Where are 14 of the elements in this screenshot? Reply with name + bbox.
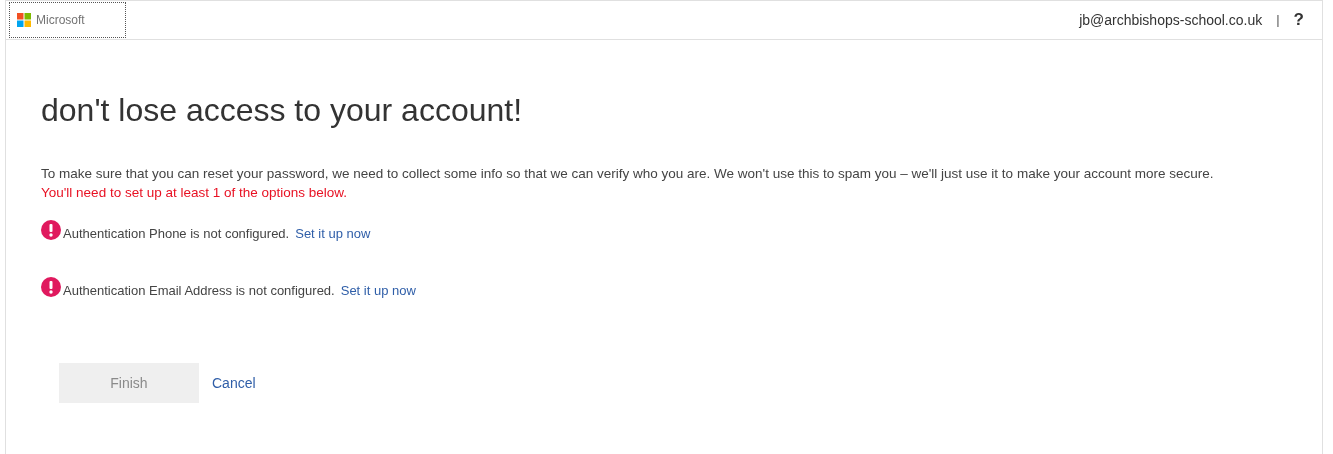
intro-text: To make sure that you can reset your password, we need to collect some info so that we can verify who you are. We won't use this to spam you – we'll just use it to make your account more secure.: [41, 166, 1214, 181]
setup-link[interactable]: Set it up now: [340, 280, 416, 300]
microsoft-logo[interactable]: Microsoft: [9, 2, 126, 38]
setup-link[interactable]: Set it up now: [295, 223, 371, 243]
user-email: jb@archbishops-school.co.uk: [1079, 10, 1263, 30]
cancel-link[interactable]: Cancel: [212, 372, 256, 394]
status-text: Authentication Email Address is not configured.: [63, 281, 335, 300]
warning-text: You'll need to set up at least 1 of the options below.: [41, 185, 348, 200]
status-text: Authentication Phone is not configured.: [63, 224, 290, 243]
help-button[interactable]: ?: [1293, 7, 1304, 33]
four-squares-icon: [17, 13, 31, 27]
logo-text: Microsoft: [36, 12, 85, 29]
separator: |: [1276, 11, 1280, 30]
page-title: don't lose access to your account!: [41, 91, 524, 130]
